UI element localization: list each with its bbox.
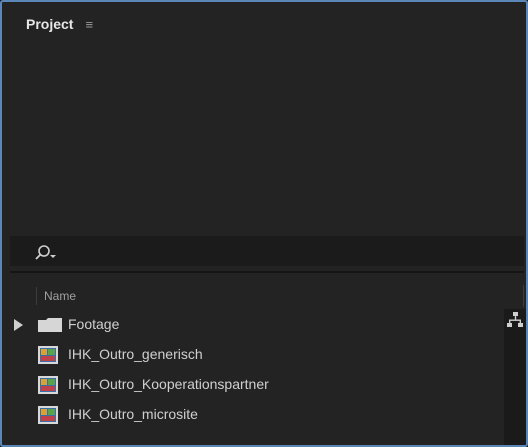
hamburger-menu-icon[interactable]: ≡ (85, 17, 93, 32)
list-item-composition[interactable]: IHK_Outro_microsite (10, 401, 504, 429)
list-item-composition[interactable]: IHK_Outro_generisch (10, 341, 504, 369)
column-strip (504, 309, 526, 445)
panel-title[interactable]: Project (26, 16, 73, 32)
item-label: IHK_Outro_Kooperationspartner (68, 376, 269, 392)
column-separator[interactable] (36, 287, 37, 305)
column-header: Name (10, 285, 524, 307)
item-label: Footage (68, 316, 120, 332)
folder-icon (38, 318, 62, 332)
panel-header: Project ≡ (2, 2, 526, 46)
column-name-header[interactable]: Name (44, 289, 76, 303)
list-item-footage[interactable]: Footage (10, 311, 504, 339)
divider (10, 271, 524, 273)
list-item-composition[interactable]: IHK_Outro_Kooperationspartner (10, 371, 504, 399)
expand-triangle-icon[interactable] (14, 319, 23, 331)
search-bar[interactable] (10, 236, 524, 266)
flowchart-icon[interactable] (506, 311, 524, 329)
item-label: IHK_Outro_generisch (68, 346, 203, 362)
composition-icon (38, 376, 58, 394)
composition-icon (38, 346, 58, 364)
project-panel: Project ≡ Name Footage IHK_Outro_generis… (0, 0, 528, 447)
composition-icon (38, 406, 58, 424)
search-icon[interactable] (34, 244, 58, 262)
item-list: Footage IHK_Outro_generisch IHK_Outro_Ko… (10, 309, 504, 445)
column-separator[interactable] (523, 285, 524, 307)
item-label: IHK_Outro_microsite (68, 406, 198, 422)
